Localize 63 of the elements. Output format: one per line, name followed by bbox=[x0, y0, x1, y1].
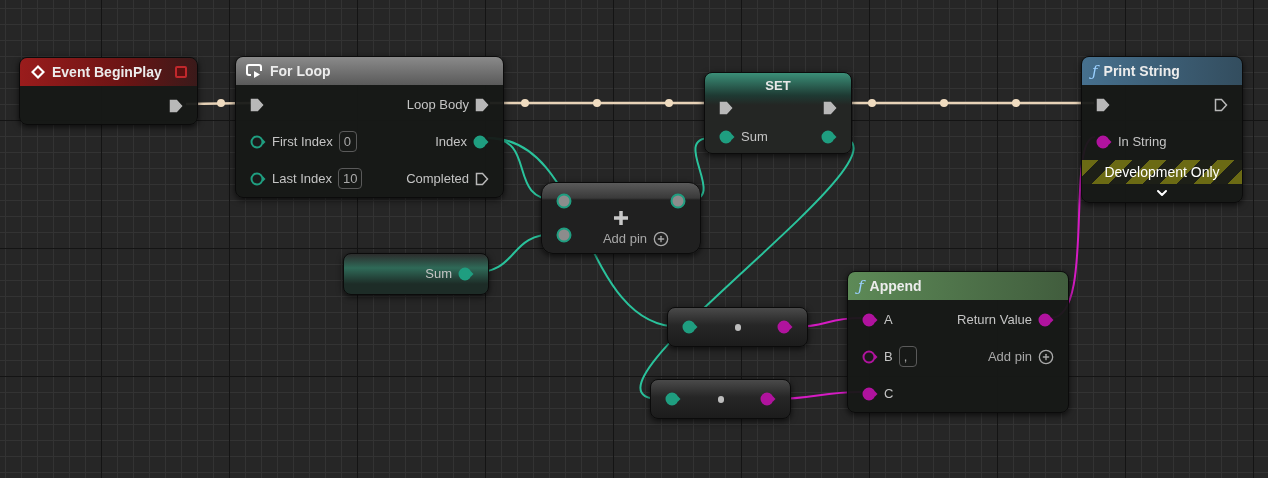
pin-label: B bbox=[884, 347, 893, 366]
graph-node[interactable]: For Loop Loop Body First Index 0 Index Last Index 10 Completed bbox=[235, 56, 504, 198]
loop-icon bbox=[246, 63, 264, 79]
pin-icon[interactable] bbox=[670, 193, 686, 209]
exec-pin-icon[interactable] bbox=[250, 97, 264, 112]
pin-label: In String bbox=[1118, 132, 1167, 151]
pin-icon[interactable] bbox=[862, 349, 878, 364]
pin-icon[interactable] bbox=[458, 267, 474, 281]
pin-label: Loop Body bbox=[406, 95, 469, 114]
pin-icon[interactable] bbox=[1096, 134, 1112, 149]
pin-icon[interactable] bbox=[682, 320, 698, 334]
value-field[interactable]: 0 bbox=[338, 131, 357, 152]
pin-icon[interactable] bbox=[556, 193, 572, 209]
graph-node[interactable]: Add pin bbox=[541, 182, 701, 254]
pin-icon[interactable] bbox=[862, 386, 878, 401]
value-field[interactable]: , bbox=[898, 346, 917, 367]
add-icon[interactable] bbox=[1038, 348, 1054, 365]
pin-label: Sum bbox=[425, 265, 452, 284]
add-icon[interactable] bbox=[653, 230, 670, 247]
exec-pin-icon[interactable] bbox=[1214, 97, 1228, 112]
exec-pin-icon[interactable] bbox=[823, 100, 837, 115]
pin-icon[interactable] bbox=[556, 227, 572, 243]
graph-node[interactable] bbox=[650, 379, 791, 419]
node-title: Print String bbox=[1103, 61, 1180, 81]
pin-label: First Index bbox=[272, 132, 333, 151]
value-field[interactable]: 10 bbox=[338, 168, 363, 189]
plus-icon bbox=[614, 211, 628, 225]
node-title: Event BeginPlay bbox=[52, 62, 162, 82]
pin-icon[interactable] bbox=[862, 312, 878, 327]
pin-icon[interactable] bbox=[719, 129, 735, 144]
graph-node[interactable]: ƒ Print String In String Development Only bbox=[1081, 56, 1243, 203]
pin-label: Return Value bbox=[957, 310, 1032, 329]
add-pin-button[interactable]: Add pin bbox=[987, 346, 1032, 367]
pin-label: Index bbox=[435, 132, 467, 151]
graph-node[interactable] bbox=[667, 307, 808, 347]
pin-icon[interactable] bbox=[1038, 312, 1054, 327]
exec-pin-icon[interactable] bbox=[1096, 97, 1110, 112]
exec-pin-icon[interactable] bbox=[475, 171, 489, 186]
exec-pin-icon[interactable] bbox=[719, 100, 733, 115]
pin-icon[interactable] bbox=[821, 129, 837, 144]
pin-label: Last Index bbox=[272, 169, 332, 188]
graph-node[interactable]: SET Sum bbox=[704, 72, 852, 154]
exec-pin-icon[interactable] bbox=[475, 97, 489, 112]
pin-label: Sum bbox=[741, 127, 768, 146]
pin-icon[interactable] bbox=[665, 392, 681, 406]
graph-node[interactable]: ƒ Append A Return Value B , Add pin C bbox=[847, 271, 1069, 413]
event-diamond-icon bbox=[30, 64, 46, 80]
node-title: Append bbox=[869, 276, 922, 296]
pin-label: C bbox=[884, 384, 894, 403]
graph-node[interactable]: Event BeginPlay bbox=[19, 57, 198, 125]
pin-icon[interactable] bbox=[473, 134, 489, 149]
graph-node[interactable]: Sum bbox=[343, 253, 489, 295]
add-pin-button[interactable]: Add pin bbox=[602, 229, 648, 249]
development-only-banner: Development Only bbox=[1082, 160, 1242, 184]
pin-icon[interactable] bbox=[250, 134, 266, 149]
node-title: For Loop bbox=[270, 61, 331, 81]
pin-label: Completed bbox=[406, 169, 469, 188]
pin-label: A bbox=[884, 310, 893, 329]
exec-pin-icon[interactable] bbox=[169, 98, 183, 113]
pin-icon[interactable] bbox=[250, 171, 266, 186]
node-title: SET bbox=[765, 76, 791, 95]
pin-icon[interactable] bbox=[760, 392, 776, 406]
pin-icon[interactable] bbox=[777, 320, 793, 334]
